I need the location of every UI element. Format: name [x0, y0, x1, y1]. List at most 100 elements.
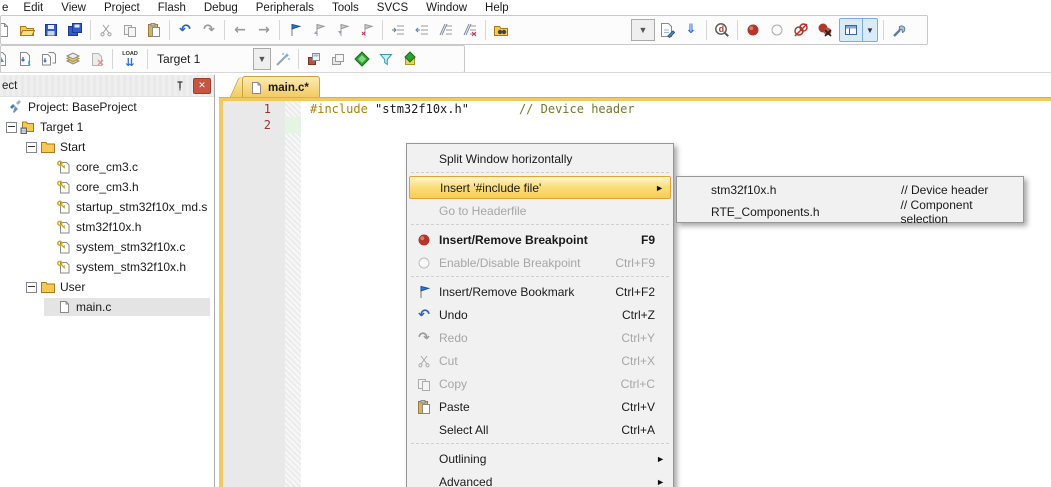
menu-flash[interactable]: Flash — [149, 2, 195, 14]
menu-item-paste[interactable]: Paste Ctrl+V — [409, 395, 671, 418]
options-for-target-wand-icon[interactable] — [271, 48, 295, 70]
menu-item-insert-include-file[interactable]: Insert '#include file' ► — [409, 176, 671, 199]
tree-item-start[interactable]: Start — [0, 137, 214, 157]
menu-view[interactable]: View — [52, 2, 95, 14]
stop-build-icon[interactable] — [85, 48, 109, 70]
menu-item-select-all[interactable]: Select All Ctrl+A — [409, 418, 671, 441]
new-file-icon[interactable] — [1, 19, 15, 41]
translate-icon[interactable] — [1, 48, 13, 70]
menu-bar: e Edit View Project Flash Debug Peripher… — [0, 0, 1051, 15]
goto-next-icon[interactable]: ⇓ — [679, 19, 703, 41]
target-options-box-icon[interactable] — [302, 48, 326, 70]
breakpoint-circle-icon — [409, 255, 439, 271]
submenu-arrow-icon: ► — [655, 182, 664, 193]
tree-item-core-cm3-h[interactable]: core_cm3.h — [0, 177, 214, 197]
build-toolbar: LOAD ⇊ Target 1 ▼ — [0, 45, 465, 73]
paste-icon[interactable] — [142, 19, 166, 41]
bookmarks-dropdown[interactable]: ▼ — [631, 19, 655, 41]
code-line-1[interactable]: #include "stm32f10x.h"// Device header — [301, 101, 635, 117]
menu-item-enable-disable-breakpoint[interactable]: Enable/Disable Breakpoint Ctrl+F9 — [409, 251, 671, 274]
menu-item-advanced[interactable]: Advanced ► — [409, 470, 671, 487]
redo-icon[interactable]: ↷ — [197, 19, 221, 41]
clear-bookmarks-icon[interactable] — [355, 19, 379, 41]
folder-icon — [41, 142, 55, 153]
configure-wrench-icon[interactable] — [887, 19, 911, 41]
rebuild-icon[interactable] — [37, 48, 61, 70]
project-panel-titlebar: ect ✕ — [0, 75, 214, 97]
menu-help[interactable]: Help — [476, 2, 518, 14]
menu-window[interactable]: Window — [417, 2, 476, 14]
toggle-breakpoint-icon[interactable] — [741, 19, 765, 41]
undo-arrow-icon: ↶ — [418, 306, 430, 323]
undo-icon[interactable]: ↶ — [173, 19, 197, 41]
save-all-icon[interactable] — [63, 19, 87, 41]
menu-item-split-window[interactable]: Split Window horizontally — [409, 147, 671, 170]
prev-bookmark-icon[interactable] — [307, 19, 331, 41]
menu-peripherals[interactable]: Peripherals — [247, 2, 323, 14]
menu-item-cut[interactable]: Cut Ctrl+X — [409, 349, 671, 372]
project-panel: ect ✕ Project: BaseProject Target 1 Star… — [0, 75, 215, 487]
tree-item-project[interactable]: Project: BaseProject — [0, 97, 214, 117]
menu-file-partial[interactable]: e — [0, 2, 14, 14]
nav-back-icon[interactable]: ← — [228, 19, 252, 41]
open-folder-icon[interactable] — [15, 19, 39, 41]
tree-item-system-h[interactable]: system_stm32f10x.h — [0, 257, 214, 277]
tree-item-system-c[interactable]: system_stm32f10x.c — [0, 237, 214, 257]
configure-find-icon[interactable] — [655, 19, 679, 41]
collapse-icon[interactable] — [26, 141, 37, 153]
uncomment-icon[interactable] — [458, 19, 482, 41]
menu-tools[interactable]: Tools — [323, 2, 368, 14]
project-windows-dropdown[interactable]: ▼ — [862, 19, 877, 41]
target-select-value[interactable]: Target 1 — [157, 52, 253, 66]
nav-forward-icon[interactable]: → — [252, 19, 276, 41]
file-key-icon — [57, 160, 70, 174]
collapse-icon[interactable] — [26, 281, 37, 293]
select-folders-funnel-icon[interactable] — [374, 48, 398, 70]
tree-item-target1[interactable]: Target 1 — [0, 117, 214, 137]
tab-main-c[interactable]: main.c* — [242, 76, 320, 98]
close-icon[interactable]: ✕ — [193, 77, 211, 94]
menu-item-redo[interactable]: ↷ Redo Ctrl+Y — [409, 326, 671, 349]
enable-breakpoint-icon[interactable] — [765, 19, 789, 41]
find-in-files-icon[interactable] — [489, 19, 513, 41]
save-icon[interactable] — [39, 19, 63, 41]
tree-item-user[interactable]: User — [0, 277, 214, 297]
menu-item-insert-remove-bookmark[interactable]: Insert/Remove Bookmark Ctrl+F2 — [409, 280, 671, 303]
target-select-dropdown[interactable]: ▼ — [253, 48, 271, 70]
menu-item-insert-remove-breakpoint[interactable]: Insert/Remove Breakpoint F9 — [409, 228, 671, 251]
breakpoint-margin[interactable] — [285, 101, 301, 487]
toggle-bookmark-icon[interactable] — [283, 19, 307, 41]
download-load-icon[interactable]: LOAD ⇊ — [116, 48, 144, 70]
next-bookmark-icon[interactable] — [331, 19, 355, 41]
find-in-target-icon[interactable]: d — [710, 19, 734, 41]
manage-rte-icon[interactable] — [350, 48, 374, 70]
tree-item-main-c[interactable]: main.c — [0, 297, 214, 317]
bookmark-flag-icon — [409, 284, 439, 300]
menu-edit[interactable]: Edit — [14, 2, 52, 14]
submenu-item-rte-components-h[interactable]: RTE_Components.h // Component selection — [677, 198, 1023, 226]
disable-all-breakpoints-icon[interactable] — [789, 19, 813, 41]
indent-icon[interactable] — [386, 19, 410, 41]
menu-item-outlining[interactable]: Outlining ► — [409, 447, 671, 470]
comment-icon[interactable] — [434, 19, 458, 41]
menu-item-undo[interactable]: ↶ Undo Ctrl+Z — [409, 303, 671, 326]
menu-project[interactable]: Project — [95, 2, 149, 14]
tree-item-core-cm3-c[interactable]: core_cm3.c — [0, 157, 214, 177]
project-windows-button[interactable]: ▼ — [839, 18, 878, 42]
menu-debug[interactable]: Debug — [195, 2, 247, 14]
books-windows-icon[interactable] — [326, 48, 350, 70]
cut-icon[interactable] — [94, 19, 118, 41]
collapse-icon[interactable] — [6, 121, 17, 133]
menu-item-copy[interactable]: Copy Ctrl+C — [409, 372, 671, 395]
menu-svcs[interactable]: SVCS — [368, 2, 417, 14]
copy-icon[interactable] — [118, 19, 142, 41]
pin-icon[interactable] — [173, 79, 187, 93]
batch-build-icon[interactable] — [61, 48, 85, 70]
outdent-icon[interactable] — [410, 19, 434, 41]
tree-item-startup[interactable]: startup_stm32f10x_md.s — [0, 197, 214, 217]
menu-item-go-to-headerfile[interactable]: Go to Headerfile — [409, 199, 671, 222]
pack-installer-icon[interactable] — [398, 48, 422, 70]
tree-item-stm32f10x-h[interactable]: stm32f10x.h — [0, 217, 214, 237]
kill-all-breakpoints-icon[interactable] — [813, 19, 837, 41]
build-icon[interactable] — [13, 48, 37, 70]
